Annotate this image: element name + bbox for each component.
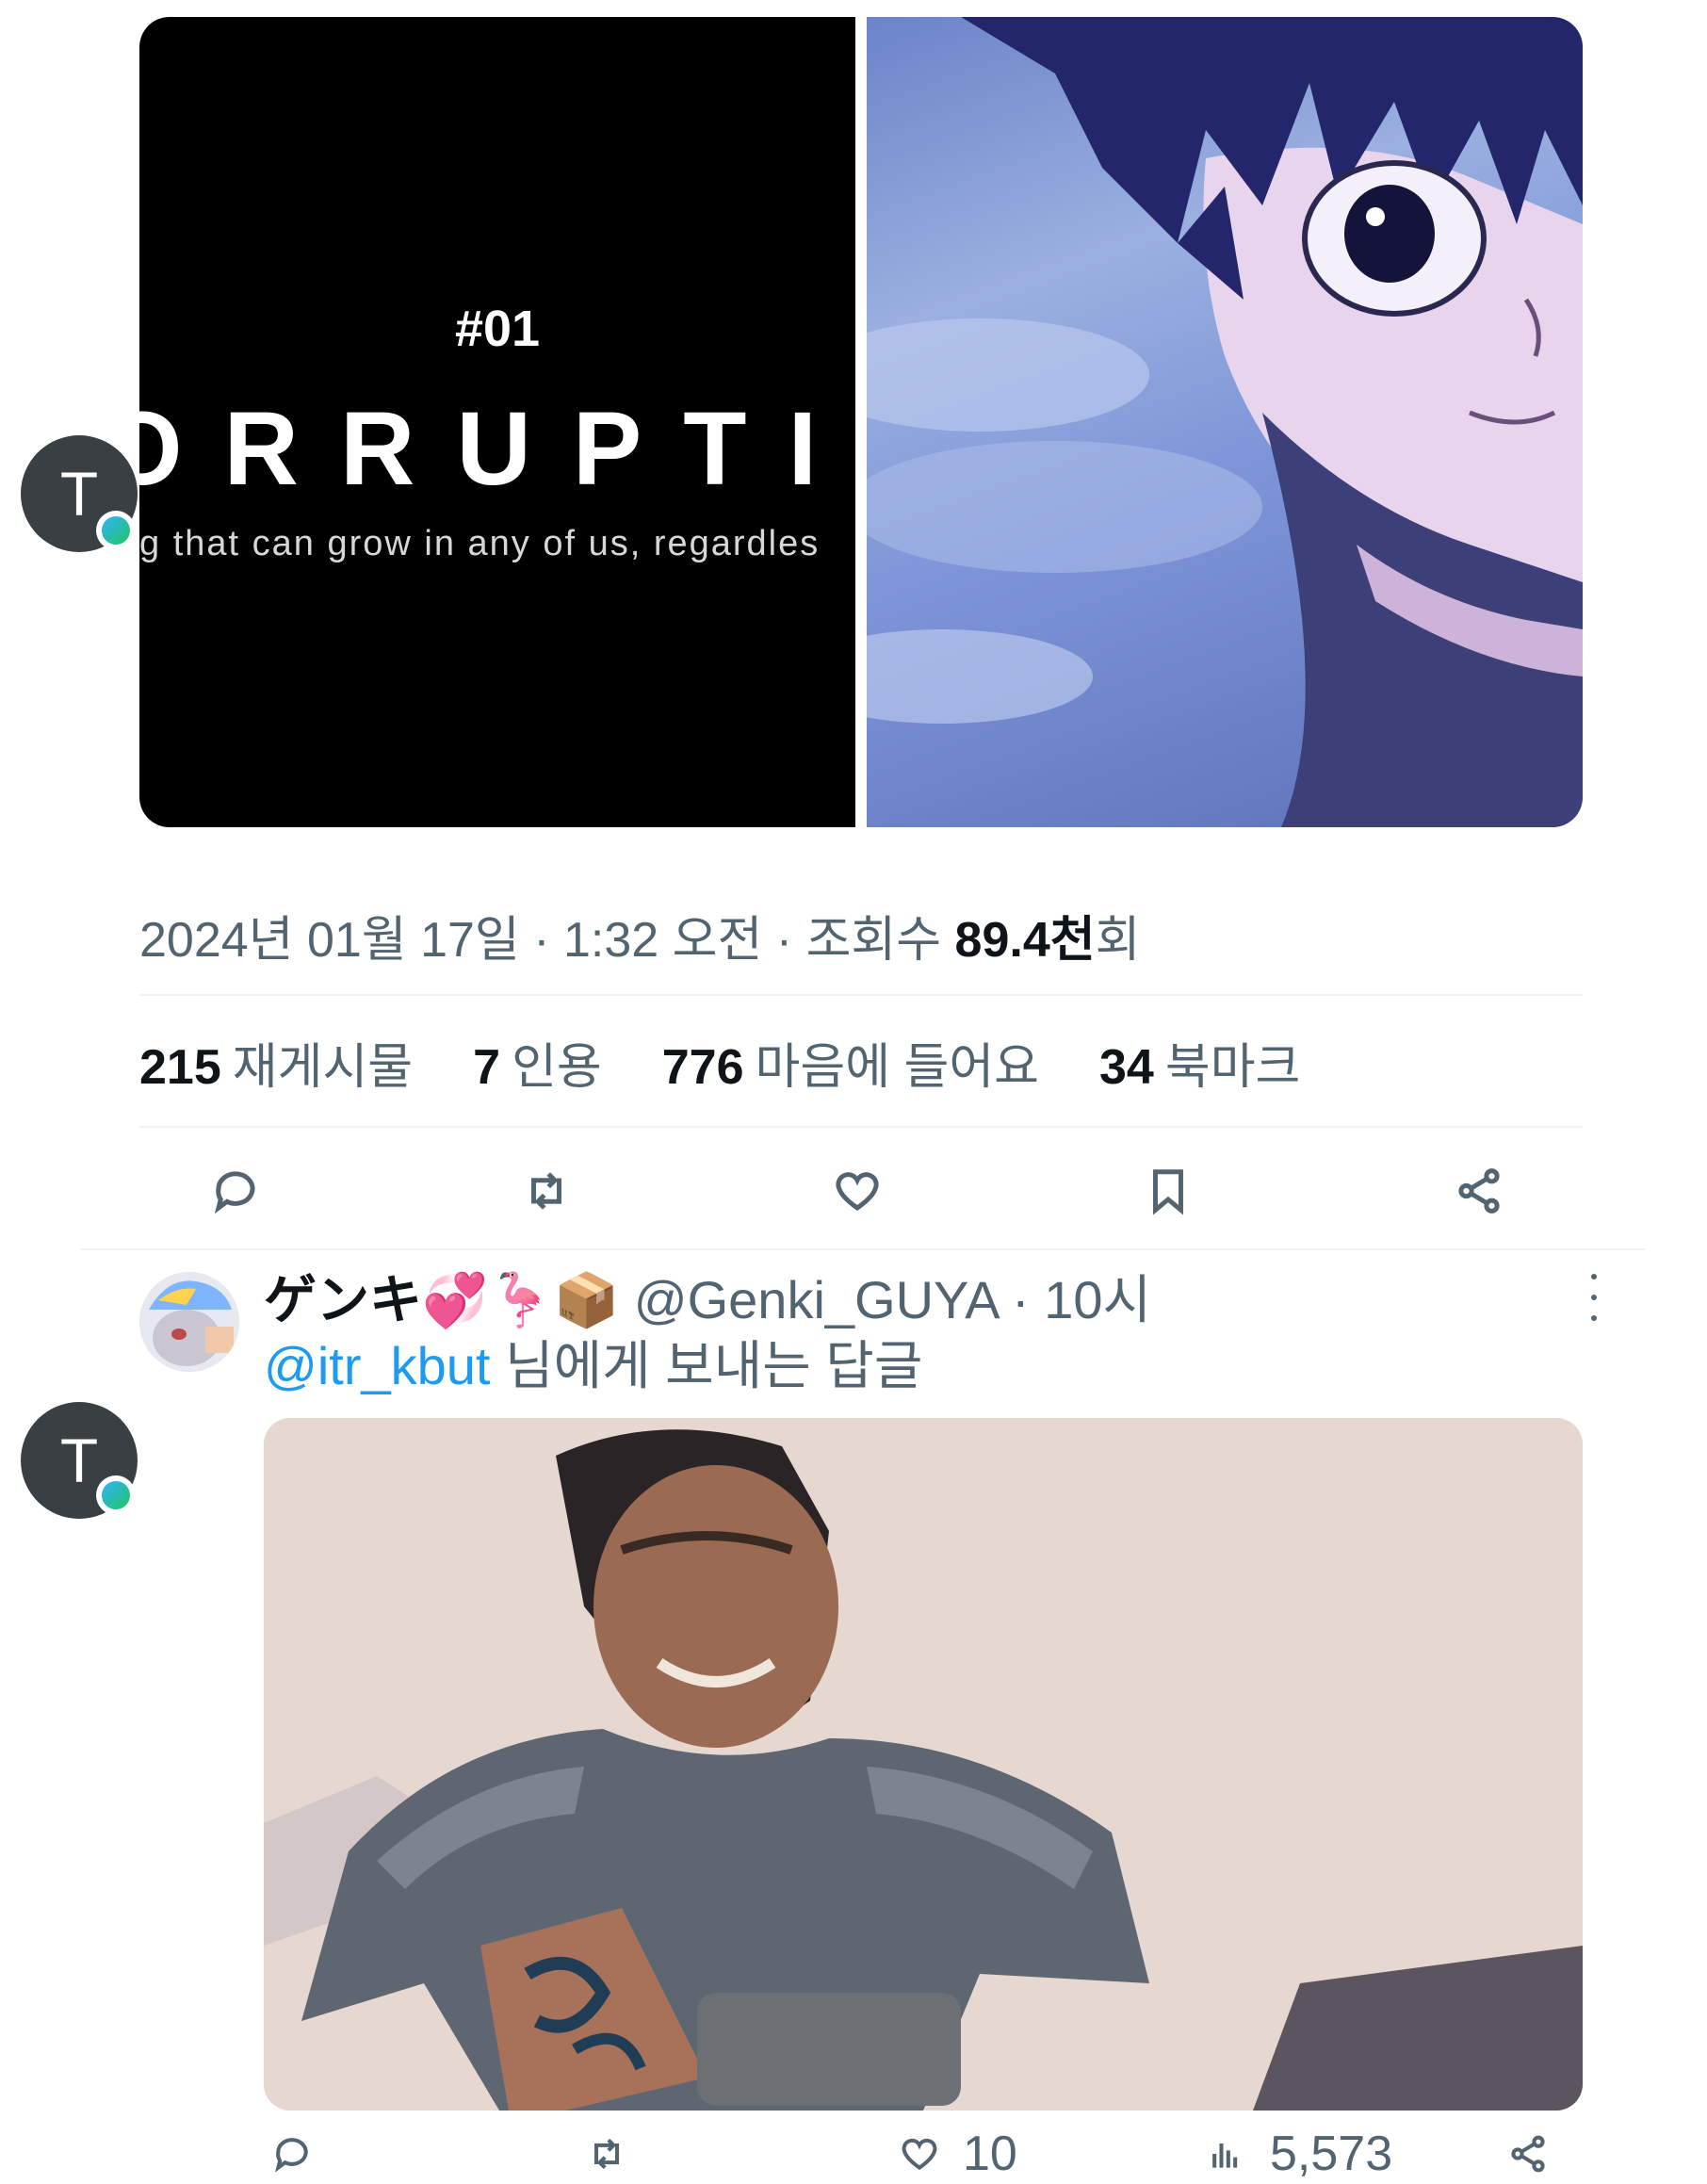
avatar-badge-icon [96,1475,136,1515]
reply-header: ゲンキ💞🦩📦 @Genki_GUYA · 10시 [264,1270,1152,1329]
avatar-badge-icon [96,511,136,550]
stat-bookmarks[interactable]: 34 북마크 [1099,1027,1300,1098]
bookmark-icon[interactable] [1138,1161,1198,1221]
reply-author-avatar[interactable] [139,1272,239,1372]
replying-to-text: 님에게 보내는 답글 [490,1336,923,1395]
tweet-stats-row: 215 재게시물 7 인용 776 마음에 들어요 34 북마크 [139,1027,1300,1098]
share-icon[interactable] [1449,1161,1509,1221]
repost-icon[interactable] [516,1161,577,1221]
anime-character-illustration [867,17,1583,827]
reply-icon[interactable] [205,1161,266,1221]
stat-quotes[interactable]: 7 인용 [473,1027,602,1098]
armored-warrior-photo [264,1418,1583,2111]
reply-like-button[interactable]: 10 [889,2124,1017,2184]
video-title-text: ORRUPTI [139,391,855,507]
views-count: 89.4천 [954,913,1096,968]
stat-likes[interactable]: 776 마음에 들어요 [662,1027,1039,1098]
reply-view-count: 5,573 [1270,2127,1393,2181]
views-chart-icon [1196,2124,1257,2184]
stat-reposts[interactable]: 215 재게시물 [139,1027,413,1098]
avatar-initial: T [59,1426,99,1495]
reply-handle[interactable]: @Genki_GUYA [634,1270,998,1329]
tweet-media-grid[interactable]: #01 ORRUPTI g that can grow in any of us… [139,17,1583,827]
tweet-time[interactable]: 1:32 오전 [563,913,762,968]
divider [139,994,1583,996]
views-suffix: 회 [1095,913,1141,968]
reply-icon[interactable] [262,2124,322,2184]
replying-to-mention[interactable]: @itr_kbut [264,1336,491,1395]
like-icon [889,2124,950,2184]
divider [81,1248,1645,1250]
tweet-timestamp-line: 2024년 01월 17일 · 1:32 오전 · 조회수 89.4천회 [139,913,1141,968]
reply-time[interactable]: 10시 [1044,1270,1151,1329]
reply-views-button[interactable]: 5,573 [1196,2124,1392,2184]
reply-display-name[interactable]: ゲンキ💞🦩📦 [264,1270,619,1329]
more-options-icon[interactable] [1583,1274,1605,1321]
reply-photo[interactable] [264,1418,1583,2111]
reply-like-count: 10 [963,2127,1017,2181]
avatar-initial: T [59,459,99,529]
video-episode-tag: #01 [454,301,541,357]
anime-image-right[interactable] [867,17,1583,827]
video-thumbnail-left[interactable]: #01 ORRUPTI g that can grow in any of us… [139,17,855,827]
like-icon[interactable] [827,1161,887,1221]
tweet-date[interactable]: 2024년 01월 17일 [139,913,520,968]
views-label: 조회수 [805,913,942,968]
video-subtitle-text: g that can grow in any of us, regardles [139,524,821,563]
share-icon[interactable] [1498,2124,1558,2184]
reply-avatar-image [139,1272,239,1372]
replying-to-line: @itr_kbut 님에게 보내는 답글 [264,1324,922,1400]
divider [139,1126,1583,1128]
repost-icon[interactable] [577,2124,637,2184]
